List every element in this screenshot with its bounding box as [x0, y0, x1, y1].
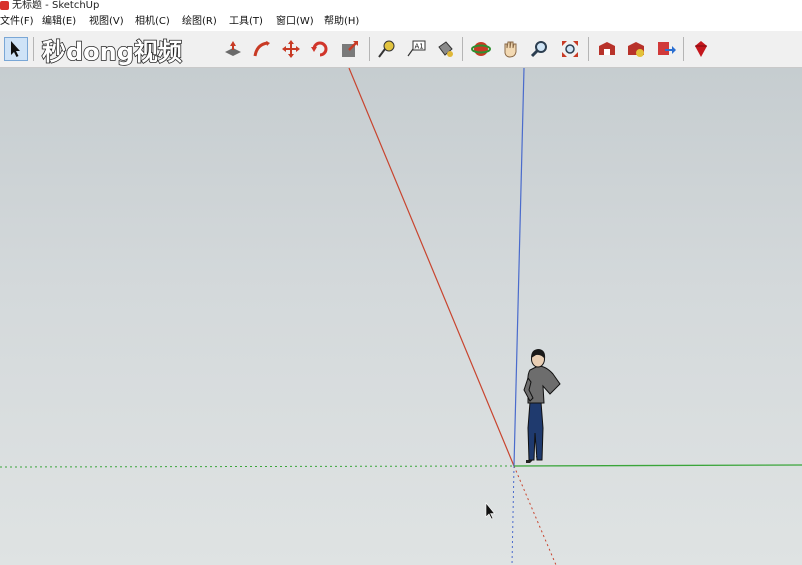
scale-figure-person[interactable] — [523, 349, 561, 463]
move-tool-button[interactable] — [279, 37, 303, 61]
menu-draw[interactable]: 绘图(R) — [182, 13, 217, 31]
arrow-cursor-icon — [11, 41, 20, 57]
menu-help[interactable]: 帮助(H) — [324, 13, 359, 31]
pan-tool-button[interactable] — [498, 37, 522, 61]
rotate-icon — [311, 41, 328, 57]
svg-text:A1: A1 — [415, 43, 424, 51]
push-pull-tool-button[interactable] — [221, 37, 245, 61]
title-bar: 无标题 - SketchUp — [0, 0, 802, 13]
paint-bucket-tool-button[interactable] — [433, 37, 457, 61]
push-pull-icon — [225, 41, 241, 56]
orbit-tool-button[interactable] — [469, 37, 493, 61]
menu-view[interactable]: 视图(V) — [89, 13, 124, 31]
move-arrows-icon — [282, 40, 300, 58]
paint-bucket-icon — [438, 41, 453, 57]
menu-camera[interactable]: 相机(C) — [135, 13, 170, 31]
axes-canvas — [0, 68, 802, 565]
rotate-tool-button[interactable] — [308, 37, 332, 61]
follow-me-tool-button[interactable] — [250, 37, 274, 61]
text-tool-button[interactable]: A1 — [404, 37, 428, 61]
watermark-text: 秒dong视频 — [42, 38, 182, 66]
menu-file[interactable]: 文件(F) — [0, 13, 34, 31]
toolbar-separator — [683, 37, 684, 61]
follow-me-icon — [253, 41, 270, 57]
toolbar-separator — [588, 37, 589, 61]
share-model-icon — [628, 42, 644, 57]
zoom-extents-icon — [562, 41, 578, 57]
menu-window[interactable]: 窗口(W) — [276, 13, 314, 31]
send-to-layout-icon — [658, 42, 676, 55]
3d-warehouse-tool-button[interactable] — [595, 37, 619, 61]
send-to-layout-tool-button[interactable] — [654, 37, 678, 61]
hand-pan-icon — [504, 41, 517, 58]
menu-bar: 文件(F) 编辑(E) 视图(V) 相机(C) 绘图(R) 工具(T) 窗口(W… — [0, 13, 802, 31]
scale-tool-button[interactable] — [338, 37, 362, 61]
modeling-viewport[interactable] — [0, 68, 802, 565]
toolbar-separator — [462, 37, 463, 61]
ruby-gem-icon — [695, 41, 707, 57]
warehouse-icon — [599, 42, 615, 55]
tape-measure-tool-button[interactable] — [375, 37, 399, 61]
sketchup-logo-icon — [0, 1, 9, 10]
green-axis-line — [513, 464, 802, 467]
zoom-extents-tool-button[interactable] — [558, 37, 582, 61]
share-model-tool-button[interactable] — [624, 37, 648, 61]
video-watermark: 秒dong视频 — [41, 37, 182, 67]
orbit-icon — [471, 42, 491, 56]
mouse-pointer-icon — [485, 502, 496, 520]
magnifier-icon — [530, 41, 547, 58]
toolbar-separator — [33, 37, 34, 61]
toolbar-separator — [369, 37, 370, 61]
tape-measure-icon — [378, 40, 395, 58]
green-axis-dotted — [0, 465, 515, 468]
red-axis-line — [348, 68, 515, 467]
zoom-tool-button[interactable] — [528, 37, 552, 61]
scale-icon — [342, 41, 358, 57]
menu-tools[interactable]: 工具(T) — [229, 13, 263, 31]
text-label-icon: A1 — [407, 40, 426, 57]
window-title: 无标题 - SketchUp — [12, 0, 100, 11]
red-axis-dotted — [513, 465, 557, 565]
blue-axis-dotted — [511, 465, 515, 565]
blue-axis-line — [513, 68, 525, 467]
ruby-tool-button[interactable] — [689, 37, 713, 61]
select-tool-button[interactable] — [4, 37, 28, 61]
menu-edit[interactable]: 编辑(E) — [42, 13, 76, 31]
